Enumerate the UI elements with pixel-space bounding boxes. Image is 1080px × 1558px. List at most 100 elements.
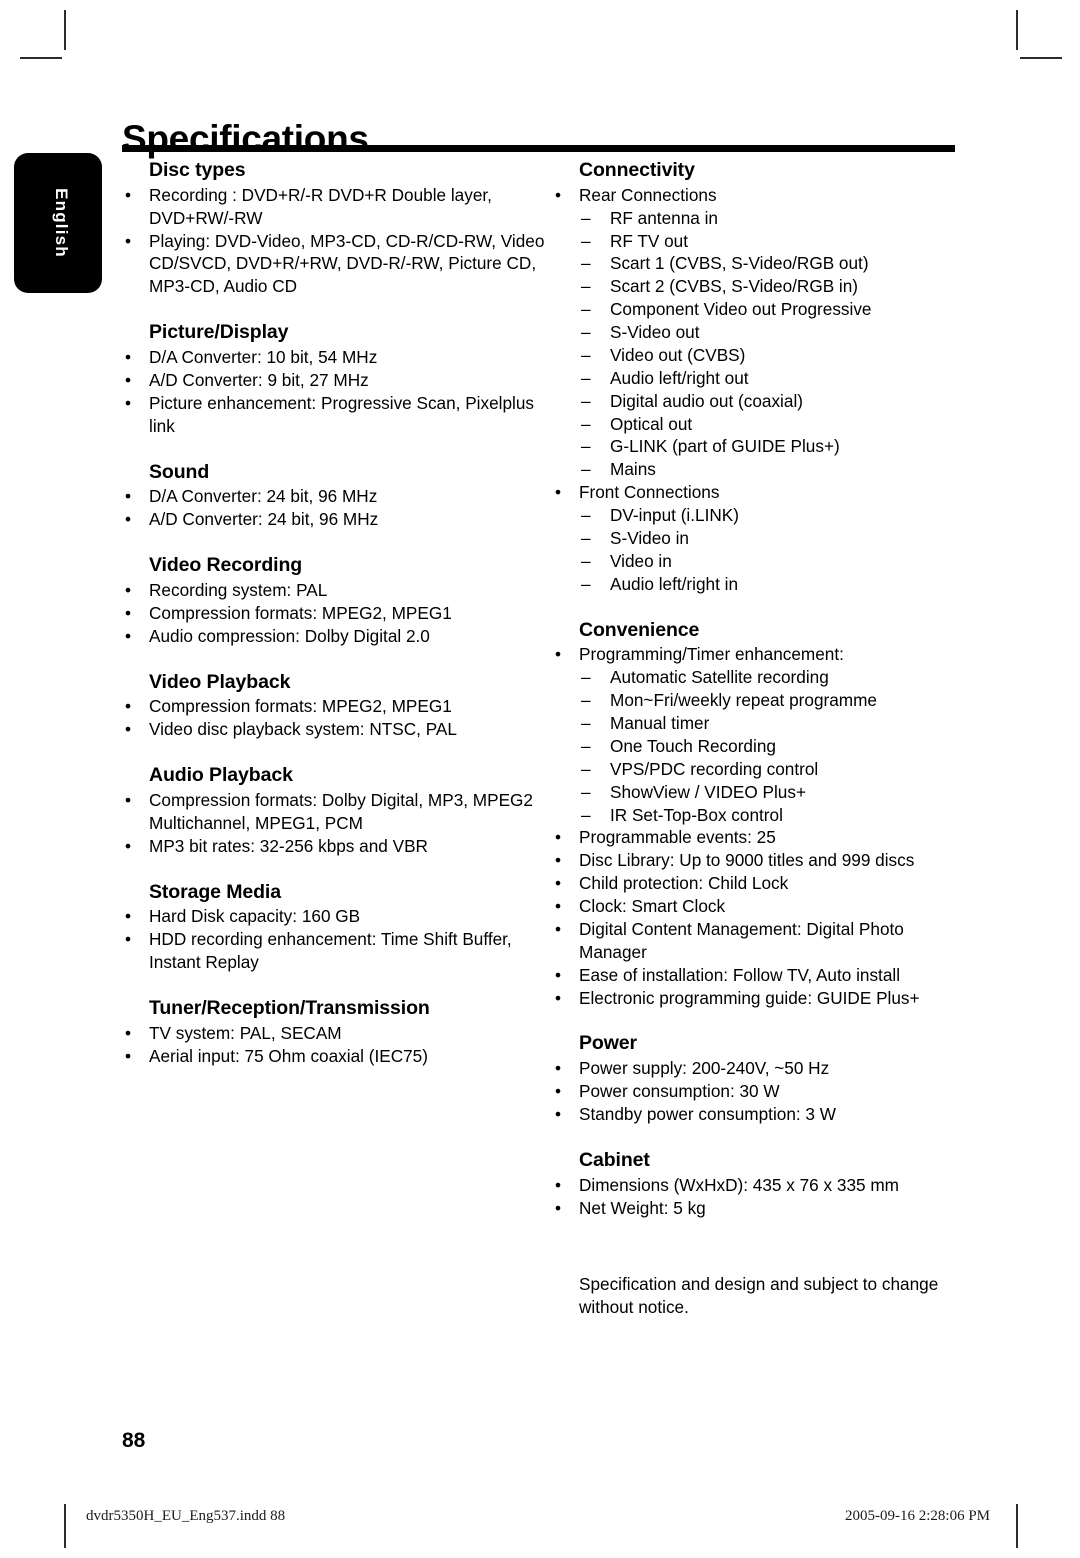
spec-list-item: • Aerial input: 75 Ohm coaxial (IEC75) [118,1045,548,1068]
spec-item-text: TV system: PAL, SECAM [149,1022,342,1043]
spec-item-text: Digital Content Management: Digital Phot… [579,918,904,962]
dash-marker: – [581,207,591,228]
spec-subitem-text: G-LINK (part of GUIDE Plus+) [610,436,840,457]
dash-marker: – [581,436,591,457]
spec-sublist-item: – Automatic Satellite recording [548,666,968,689]
spec-subitem-text: Video out (CVBS) [610,344,746,365]
spec-subitem-text: Component Video out Progressive [610,299,872,320]
disclaimer-note: Specification and design and subject to … [579,1274,939,1318]
bullet-marker: • [555,873,562,894]
spec-list-item: • MP3 bit rates: 32-256 kbps and VBR [118,835,548,858]
spec-section: Disc types • Recording : DVD+R/-R DVD+R Do… [118,159,548,298]
bullet-marker: • [555,964,562,985]
spec-list: • Rear Connections – RF antenna in – RF TV ou… [548,184,968,596]
bullet-marker: • [125,1045,132,1066]
section-heading: Power [579,1032,638,1055]
dash-marker: – [581,713,591,734]
spec-list: • Power supply: 200-240V, ~50 Hz • Power co… [548,1057,968,1126]
spec-list-item: • Recording : DVD+R/-R DVD+R Double layer… [118,184,548,230]
spec-section: Connectivity • Rear Connections – RF antenna… [548,159,968,596]
spec-item-text: Compression formats: MPEG2, MPEG1 [149,602,452,623]
spec-item-text: Child protection: Child Lock [579,873,789,894]
bullet-marker: • [125,369,132,390]
bullet-marker: • [555,1197,562,1218]
spec-sublist-item: – Video in [548,550,968,573]
spec-subitem-text: Scart 1 (CVBS, S-Video/RGB out) [610,253,869,274]
bullet-marker: • [555,1058,562,1079]
spec-subitem-text: RF antenna in [610,207,718,228]
spec-sublist-item: – IR Set-Top-Box control [548,804,968,827]
specifications-page: Specifications English Disc types • Record… [0,0,1080,1558]
section-heading: Storage Media [149,880,281,903]
spec-list-item: • HDD recording enhancement: Time Shift B… [118,928,548,974]
spec-section: Audio Playback • Compression formats: Dolb… [118,764,548,858]
spec-sublist-item: – Optical out [548,413,968,436]
spec-sublist-item: – S-Video out [548,321,968,344]
left-column: Disc types • Recording : DVD+R/-R DVD+R Do… [118,159,548,1068]
spec-item-text: Hard Disk capacity: 160 GB [149,906,361,927]
bullet-marker: • [555,987,562,1008]
spec-list-item: • Front Connections [548,481,968,504]
spec-subitem-text: RF TV out [610,230,689,251]
crop-mark-top-right-horizontal [1020,57,1062,59]
section-heading: Disc types [149,159,246,181]
spec-subitem-text: Mon~Fri/weekly repeat programme [610,690,877,711]
crop-mark-bottom-left-vertical [64,1504,66,1548]
spec-list: • Programming/Timer enhancement: – Automati… [548,643,968,1009]
spec-subitem-text: IR Set-Top-Box control [610,804,783,825]
spec-section: Power • Power supply: 200-240V, ~50 Hz • Pow… [548,1033,968,1125]
spec-sublist-item: – Digital audio out (coaxial) [548,390,968,413]
spec-list-item: • Picture enhancement: Progressive Scan, … [118,392,548,438]
dash-marker: – [581,253,591,274]
dash-marker: – [581,573,591,594]
bullet-marker: • [125,789,132,810]
spec-list-item: • Clock: Smart Clock [548,895,968,918]
spec-item-text: A/D Converter: 24 bit, 96 MHz [149,509,379,530]
crop-mark-top-left-horizontal [20,57,62,59]
spec-list-item: • Video disc playback system: NTSC, PAL [118,718,548,741]
footer-filename: dvdr5350H_EU_Eng537.indd 88 [86,1508,286,1524]
spec-subitem-text: Video in [610,550,672,571]
spec-subitem-text: S-Video out [610,322,700,343]
spec-sublist-item: – ShowView / VIDEO Plus+ [548,781,968,804]
spec-item-text: Ease of installation: Follow TV, Auto in… [579,964,901,985]
spec-list-item: • A/D Converter: 9 bit, 27 MHz [118,369,548,392]
dash-marker: – [581,344,591,365]
section-heading: Connectivity [579,159,695,181]
spec-section: Video Recording • Recording system: PAL • Co… [118,554,548,648]
spec-item-text: Playing: DVD-Video, MP3-CD, CD-R/CD-RW, … [149,230,545,297]
dash-marker: – [581,505,591,526]
spec-list-item: • A/D Converter: 24 bit, 96 MHz [118,508,548,531]
spec-item-text: Electronic programming guide: GUIDE Plus… [579,987,920,1008]
spec-item-text: Programming/Timer enhancement: [579,644,844,665]
language-tab: English [14,153,102,293]
bullet-marker: • [125,719,132,740]
spec-section: Sound • D/A Converter: 24 bit, 96 MHz • A/D … [118,460,548,532]
spec-subitem-text: One Touch Recording [610,735,776,756]
dash-marker: – [581,667,591,688]
section-heading: Audio Playback [149,764,293,787]
footer-timestamp: 2005-09-16 2:28:06 PM [845,1508,991,1524]
spec-list: • Dimensions (WxHxD): 435 x 76 x 335 mm • N… [548,1174,968,1220]
spec-item-text: Audio compression: Dolby Digital 2.0 [149,625,430,646]
spec-list-item: • TV system: PAL, SECAM [118,1022,548,1045]
spec-list: • Recording : DVD+R/-R DVD+R Double layer… [118,184,548,298]
spec-item-text: Dimensions (WxHxD): 435 x 76 x 335 mm [579,1174,899,1195]
dash-marker: – [581,781,591,802]
spec-subitem-text: DV-input (i.LINK) [610,505,739,526]
spec-item-text: Recording system: PAL [149,579,328,600]
bullet-marker: • [125,929,132,950]
section-heading: Cabinet [579,1148,650,1171]
spec-list-item: • Child protection: Child Lock [548,872,968,895]
dash-marker: – [581,230,591,251]
spec-list: • D/A Converter: 24 bit, 96 MHz • A/D Conve… [118,485,548,531]
bullet-marker: • [555,827,562,848]
spec-list: • Compression formats: Dolby Digital, MP3… [118,789,548,858]
spec-item-text: Power consumption: 30 W [579,1081,780,1102]
spec-item-text: Picture enhancement: Progressive Scan, P… [149,392,535,436]
spec-section: Storage Media • Hard Disk capacity: 160 GB… [118,880,548,974]
spec-list-item: • Audio compression: Dolby Digital 2.0 [118,625,548,648]
section-heading: Sound [149,460,210,483]
spec-subitem-text: ShowView / VIDEO Plus+ [610,781,806,802]
dash-marker: – [581,758,591,779]
